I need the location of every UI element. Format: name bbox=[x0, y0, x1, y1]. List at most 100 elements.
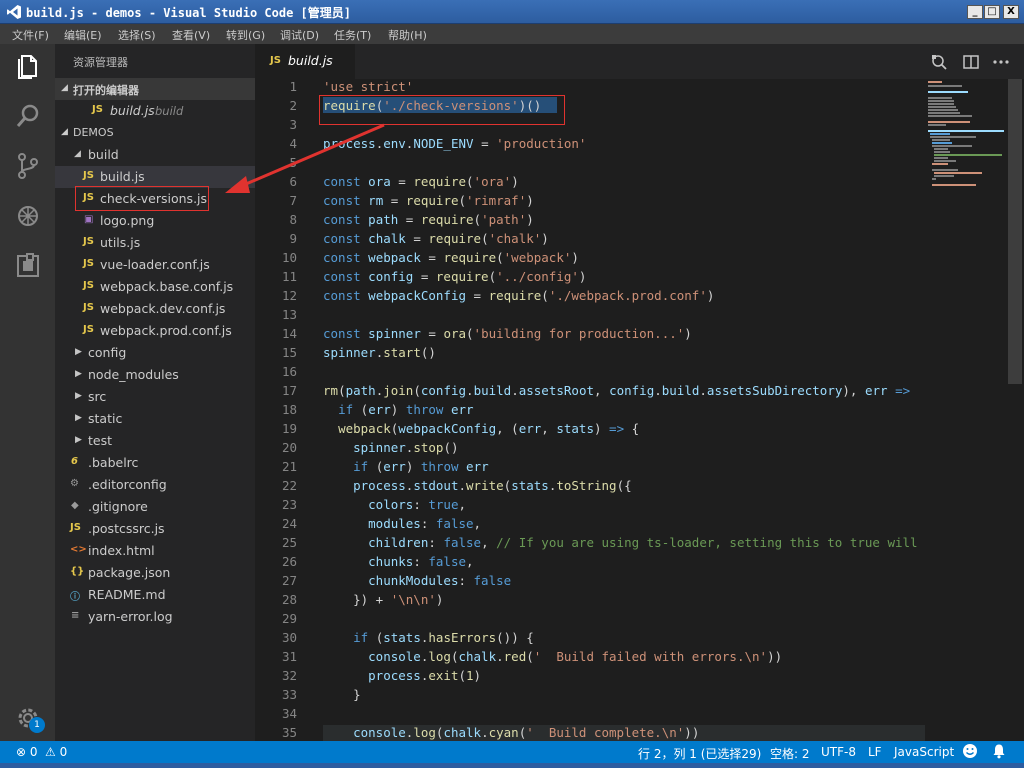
more-actions-icon[interactable] bbox=[991, 52, 1011, 72]
minimize-button[interactable]: _ bbox=[967, 5, 983, 19]
end-of-line[interactable]: LF bbox=[868, 745, 882, 759]
feedback-smiley-icon[interactable] bbox=[962, 743, 978, 762]
tree-file-webpack-base[interactable]: JS webpack.base.conf.js bbox=[55, 276, 255, 298]
code-line: }) + '\n\n') bbox=[323, 592, 444, 607]
extensions-icon[interactable] bbox=[12, 250, 44, 282]
errors-indicator[interactable]: ⊗ 0 bbox=[16, 745, 38, 759]
tree-folder-node-modules[interactable]: ▶ node_modules bbox=[55, 364, 255, 386]
tab-build-js[interactable]: JS build.js bbox=[255, 44, 355, 79]
git-file-icon: ◆ bbox=[71, 500, 79, 511]
tree-file-postcssrc[interactable]: JS .postcssrc.js bbox=[55, 518, 255, 540]
open-editors-section[interactable]: ◢ 打开的编辑器 bbox=[55, 78, 255, 100]
sidebar-header: 资源管理器 bbox=[73, 56, 128, 69]
js-file-icon: JS bbox=[92, 104, 103, 115]
encoding[interactable]: UTF-8 bbox=[821, 745, 856, 759]
code-line: rm(path.join(config.build.assetsRoot, co… bbox=[323, 383, 911, 398]
js-file-icon: JS bbox=[83, 170, 94, 181]
babel-file-icon: 6 bbox=[71, 456, 78, 467]
minimap[interactable] bbox=[925, 79, 1005, 199]
menu-file[interactable]: 文件(F) bbox=[12, 27, 49, 43]
tree-file-readme[interactable]: ⓘ README.md bbox=[55, 584, 255, 606]
tree-file-webpack-dev[interactable]: JS webpack.dev.conf.js bbox=[55, 298, 255, 320]
notifications-bell-icon[interactable] bbox=[991, 743, 1007, 762]
tree-file-utils[interactable]: JS utils.js bbox=[55, 232, 255, 254]
source-control-icon[interactable] bbox=[12, 150, 44, 182]
split-editor-icon[interactable] bbox=[961, 52, 981, 72]
maximize-button[interactable]: □ bbox=[984, 5, 1000, 19]
open-editor-name: build.js bbox=[110, 103, 155, 118]
tree-folder-src[interactable]: ▶ src bbox=[55, 386, 255, 408]
tree-file-package-json[interactable]: {} package.json bbox=[55, 562, 255, 584]
tree-file-webpack-prod[interactable]: JS webpack.prod.conf.js bbox=[55, 320, 255, 342]
line-number: 4 bbox=[289, 136, 297, 151]
menu-selection[interactable]: 选择(S) bbox=[118, 27, 156, 43]
info-file-icon: ⓘ bbox=[70, 592, 80, 603]
code-line: if (err) throw err bbox=[353, 459, 489, 474]
explorer-sidebar: 资源管理器 ◢ 打开的编辑器 JS build.js build ◢ DEMOS… bbox=[55, 44, 255, 741]
close-button[interactable]: X bbox=[1003, 5, 1019, 19]
code-line: children: false, // If you are using ts-… bbox=[368, 535, 918, 550]
code-line: chunks: false, bbox=[368, 554, 474, 569]
chevron-right-icon: ▶ bbox=[75, 435, 82, 445]
tree-file-build-js[interactable]: JS build.js bbox=[55, 166, 255, 188]
vertical-scrollbar[interactable] bbox=[1008, 79, 1022, 384]
log-file-icon: ≡ bbox=[71, 610, 80, 621]
warning-icon: ⚠ bbox=[45, 745, 56, 759]
code-line: const webpackConfig = require('./webpack… bbox=[323, 288, 715, 303]
line-number: 6 bbox=[289, 174, 297, 189]
line-number: 24 bbox=[281, 516, 297, 531]
debug-icon[interactable] bbox=[12, 200, 44, 232]
code-line: const config = require('../config') bbox=[323, 269, 587, 284]
line-number: 28 bbox=[281, 592, 297, 607]
tree-file-gitignore[interactable]: ◆ .gitignore bbox=[55, 496, 255, 518]
tree-file-index-html[interactable]: <> index.html bbox=[55, 540, 255, 562]
tree-file-vue-loader[interactable]: JS vue-loader.conf.js bbox=[55, 254, 255, 276]
chevron-right-icon: ▶ bbox=[75, 369, 82, 379]
line-number: 29 bbox=[281, 611, 297, 626]
line-number: 14 bbox=[281, 326, 297, 341]
line-number: 21 bbox=[281, 459, 297, 474]
search-icon[interactable] bbox=[12, 100, 44, 132]
open-editor-desc: build bbox=[155, 104, 184, 118]
open-editor-item[interactable]: JS build.js build bbox=[55, 100, 255, 122]
tree-folder-static[interactable]: ▶ static bbox=[55, 408, 255, 430]
tree-folder-config[interactable]: ▶ config bbox=[55, 342, 255, 364]
warnings-indicator[interactable]: ⚠ 0 bbox=[45, 745, 67, 759]
tree-file-babelrc[interactable]: 6 .babelrc bbox=[55, 452, 255, 474]
tree-file-yarn-error-log[interactable]: ≡ yarn-error.log bbox=[55, 606, 255, 628]
line-number: 15 bbox=[281, 345, 297, 360]
menu-debug[interactable]: 调试(D) bbox=[280, 27, 319, 43]
status-bar: ⊗ 0 ⚠ 0 行 2，列 1 (已选择29) 空格: 2 UTF-8 LF J… bbox=[0, 741, 1024, 763]
code-line: const rm = require('rimraf') bbox=[323, 193, 534, 208]
line-number: 1 bbox=[289, 79, 297, 94]
json-file-icon: {} bbox=[70, 566, 85, 577]
settings-badge: 1 bbox=[29, 717, 45, 733]
tree-folder-build[interactable]: ◢ build bbox=[55, 144, 255, 166]
line-number: 13 bbox=[281, 307, 297, 322]
menu-tasks[interactable]: 任务(T) bbox=[334, 27, 371, 43]
cursor-position[interactable]: 行 2，列 1 (已选择29) bbox=[638, 745, 761, 762]
menu-view[interactable]: 查看(V) bbox=[172, 27, 210, 43]
line-number: 3 bbox=[289, 117, 297, 132]
tree-folder-test[interactable]: ▶ test bbox=[55, 430, 255, 452]
code-line: modules: false, bbox=[368, 516, 482, 531]
menu-help[interactable]: 帮助(H) bbox=[388, 27, 427, 43]
menu-goto[interactable]: 转到(G) bbox=[226, 27, 265, 43]
gear-file-icon: ⚙ bbox=[70, 478, 79, 489]
language-mode[interactable]: JavaScript bbox=[894, 745, 954, 759]
demos-section[interactable]: ◢ DEMOS bbox=[55, 122, 255, 144]
line-number: 32 bbox=[281, 668, 297, 683]
menu-edit[interactable]: 编辑(E) bbox=[64, 27, 102, 43]
indentation[interactable]: 空格: 2 bbox=[770, 745, 810, 762]
chevron-down-icon: ◢ bbox=[61, 127, 68, 137]
code-line: webpack(webpackConfig, (err, stats) => { bbox=[338, 421, 640, 436]
open-changes-icon[interactable] bbox=[929, 52, 949, 72]
tree-file-editorconfig[interactable]: ⚙ .editorconfig bbox=[55, 474, 255, 496]
js-file-icon: JS bbox=[83, 258, 94, 269]
tree-file-logo[interactable]: ▣ logo.png bbox=[55, 210, 255, 232]
code-line: } bbox=[323, 687, 361, 702]
js-file-icon: JS bbox=[83, 302, 94, 313]
explorer-icon[interactable] bbox=[12, 50, 44, 82]
code-editor[interactable]: 1 2 3 4 5 6 7 8 9 10 11 12 13 14 15 16 1… bbox=[255, 79, 925, 741]
line-number: 16 bbox=[281, 364, 297, 379]
